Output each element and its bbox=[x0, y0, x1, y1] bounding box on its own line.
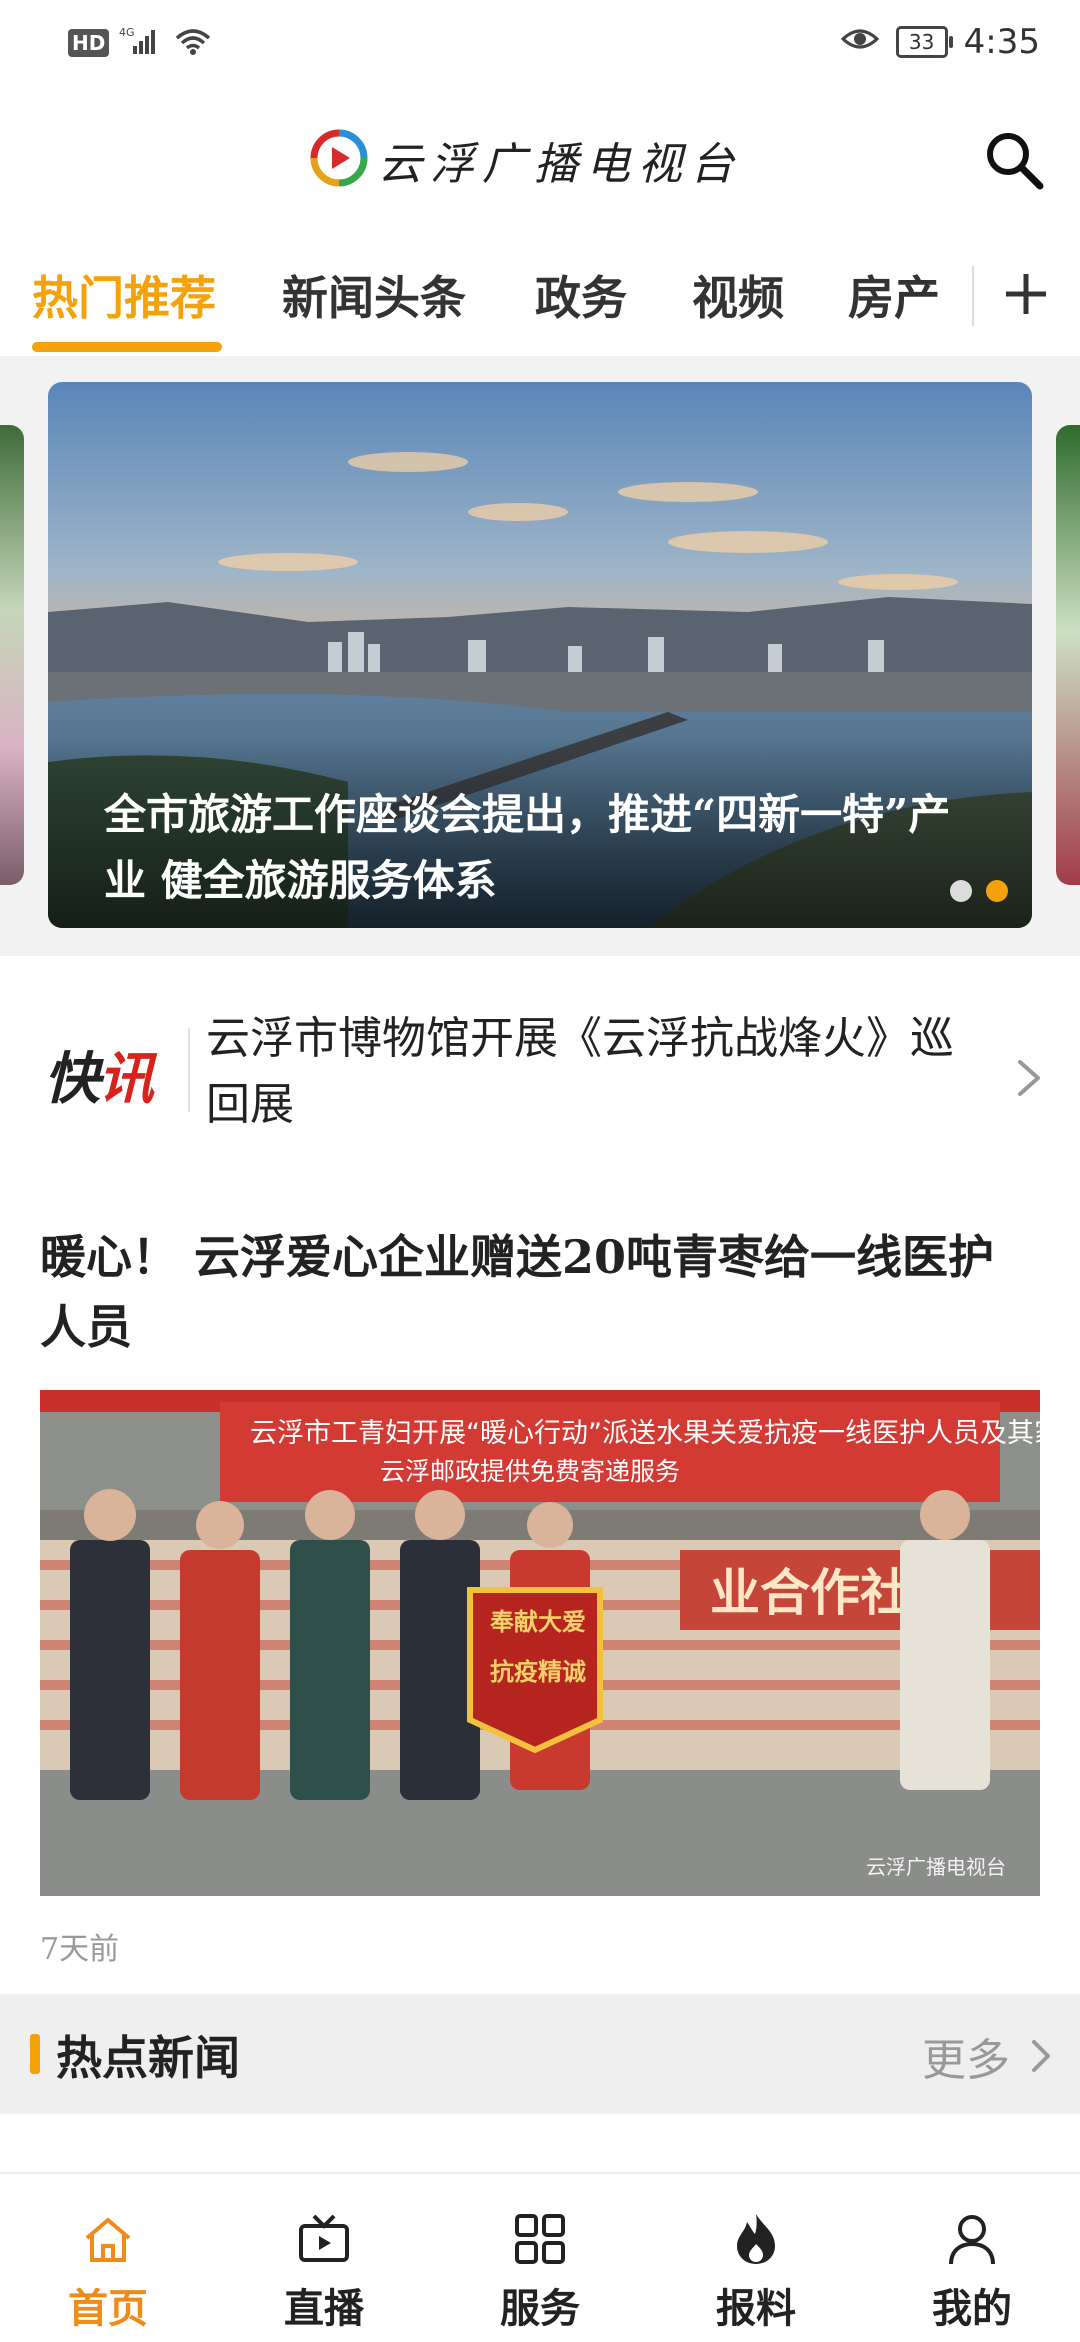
status-bar-right: 33 4:35 bbox=[840, 22, 1040, 62]
nav-report-label: 报料 bbox=[716, 2285, 796, 2332]
svg-text:4G: 4G bbox=[119, 26, 135, 39]
nav-report[interactable]: 报料 bbox=[666, 2184, 846, 2334]
app-title: 云浮广播电视台 bbox=[378, 139, 742, 190]
tab-headlines[interactable]: 新闻头条 bbox=[282, 262, 466, 328]
battery-level: 33 bbox=[908, 30, 935, 54]
app-header: 云浮广播电视台 bbox=[0, 92, 1080, 232]
wifi-icon bbox=[173, 26, 213, 60]
flash-news-text: 云浮市博物馆开展《云浮抗战烽火》巡回展 bbox=[206, 1013, 954, 1130]
nav-home-label: 首页 bbox=[68, 2285, 148, 2332]
previous-slide-peek[interactable] bbox=[0, 425, 24, 885]
nav-mine-label: 我的 bbox=[932, 2285, 1012, 2332]
live-tv-icon bbox=[299, 2214, 349, 2262]
more-link[interactable]: 更多 bbox=[922, 2024, 1010, 2088]
fire-icon bbox=[737, 2214, 775, 2264]
banner-slide[interactable]: 全市旅游工作座谈会提出，推进“四新一特”产业 健全旅游服务体系 bbox=[48, 382, 1032, 928]
nav-live-label: 直播 bbox=[284, 2285, 364, 2332]
flash-news-divider bbox=[188, 1028, 190, 1112]
flash-logo-char-a: 快 bbox=[44, 1047, 100, 1112]
hd-badge: HD bbox=[68, 29, 110, 57]
nav-services-label: 服务 bbox=[500, 2285, 580, 2332]
hot-news-title: 热点新闻 bbox=[56, 2031, 240, 2085]
search-icon bbox=[987, 133, 1044, 190]
section-accent-bar bbox=[30, 2034, 40, 2074]
article-photo: 云浮市工青妇开展“暖心行动”派送水果关爱抗疫一线医护人员及其家属 云浮邮政提供免… bbox=[40, 1390, 1040, 1896]
article-title[interactable]: 暖心！ 云浮爱心企业赠送20吨青枣给一线医护人员 bbox=[40, 1222, 1040, 1362]
banner-title: 全市旅游工作座谈会提出，推进“四新一特”产业 健全旅游服务体系 bbox=[104, 790, 951, 905]
add-channel-button[interactable] bbox=[984, 252, 1068, 336]
nav-home[interactable]: 首页 bbox=[18, 2184, 198, 2334]
pennant-line-1: 奉献大爱 bbox=[489, 1607, 586, 1636]
carousel-dots bbox=[950, 880, 1008, 902]
article-timestamp: 7天前 bbox=[40, 1932, 120, 1967]
carousel-dot-active[interactable] bbox=[986, 880, 1008, 902]
tab-government[interactable]: 政务 bbox=[535, 262, 627, 328]
hot-news-header: 热点新闻 更多 bbox=[0, 1994, 1080, 2114]
next-slide-peek[interactable] bbox=[1056, 425, 1080, 885]
bottom-navigation: 首页 直播 服务 报料 我的 bbox=[0, 2172, 1080, 2342]
active-tab-indicator bbox=[32, 342, 222, 352]
article-photo-banner-line2: 云浮邮政提供免费寄递服务 bbox=[380, 1457, 680, 1486]
image-watermark: 云浮广播电视台 bbox=[866, 1855, 1006, 1879]
chevron-right-icon[interactable] bbox=[1028, 2034, 1054, 2078]
carousel-dot[interactable] bbox=[950, 880, 972, 902]
user-icon bbox=[949, 2215, 995, 2265]
logo-icon bbox=[310, 129, 368, 191]
tab-video[interactable]: 视频 bbox=[692, 262, 784, 328]
flash-news[interactable]: 快讯 云浮市博物馆开展《云浮抗战烽火》巡回展 bbox=[0, 956, 1080, 1156]
nav-mine[interactable]: 我的 bbox=[882, 2184, 1062, 2334]
tab-real-estate[interactable]: 房产 bbox=[848, 262, 940, 328]
flash-news-logo: 快讯 bbox=[44, 1034, 154, 1115]
app-logo: 云浮广播电视台 bbox=[310, 128, 742, 192]
tab-divider bbox=[972, 266, 974, 326]
eye-comfort-icon bbox=[840, 22, 880, 62]
pennant-line-2: 抗疫精诚 bbox=[490, 1657, 586, 1686]
status-bar-left: HD 4G bbox=[68, 26, 213, 60]
chevron-right-icon bbox=[1012, 1050, 1048, 1106]
article-photo-banner-line1: 云浮市工青妇开展“暖心行动”派送水果关爱抗疫一线医护人员及其家属 bbox=[250, 1418, 1040, 1449]
plus-icon bbox=[1006, 274, 1046, 314]
tab-hot-recommend[interactable]: 热门推荐 bbox=[32, 262, 216, 328]
clock: 4:35 bbox=[963, 22, 1040, 62]
article-image[interactable]: 云浮市工青妇开展“暖心行动”派送水果关爱抗疫一线医护人员及其家属 云浮邮政提供免… bbox=[40, 1390, 1040, 1896]
search-button[interactable] bbox=[982, 128, 1046, 192]
battery-icon: 33 bbox=[895, 26, 953, 58]
grid-icon bbox=[515, 2214, 565, 2264]
nav-services[interactable]: 服务 bbox=[450, 2184, 630, 2334]
channel-tabs: 热门推荐 新闻头条 政务 视频 房产 bbox=[0, 232, 1080, 356]
status-bar: HD 4G 33 4:35 bbox=[0, 0, 1080, 92]
home-icon bbox=[85, 2218, 131, 2262]
signal-icon: 4G bbox=[119, 26, 163, 60]
nav-live[interactable]: 直播 bbox=[234, 2184, 414, 2334]
flash-logo-char-b: 讯 bbox=[98, 1047, 154, 1112]
